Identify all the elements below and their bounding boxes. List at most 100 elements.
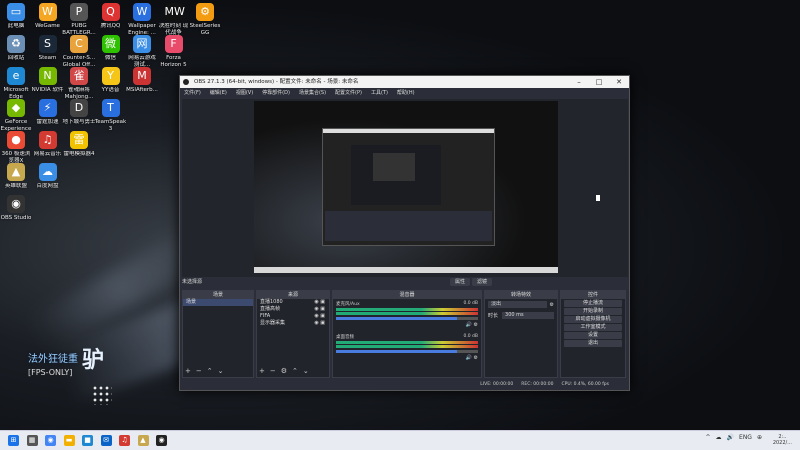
transitions-dock-title: 转场特效	[485, 291, 557, 299]
desktop-icon-label: 百度网盘	[36, 183, 59, 189]
desktop-icon[interactable]: S Steam	[31, 35, 65, 62]
desktop-icon[interactable]: T TeamSpeak 3	[94, 99, 128, 132]
obs-window[interactable]: OBS 27.1.3 (64-bit, windows) - 配置文件: 未命名…	[179, 75, 630, 391]
volume-slider[interactable]	[336, 317, 478, 320]
properties-button[interactable]: 属性	[450, 278, 471, 286]
tray-icon[interactable]: ENG	[739, 434, 752, 441]
taskbar-start-icon[interactable]: ⊞	[8, 435, 19, 446]
menu-item[interactable]: 配置文件(P)	[335, 88, 362, 98]
tray-icon[interactable]: ^	[706, 434, 711, 441]
desktop-icon[interactable]: ☁ 百度网盘	[31, 163, 65, 190]
taskbar-music-icon[interactable]: ♫	[119, 435, 130, 446]
desktop-icon[interactable]: C Counter-S... Global Off...	[62, 35, 96, 68]
maximize-icon[interactable]: □	[589, 76, 609, 88]
studio-mode-button[interactable]: 工作室模式	[564, 324, 622, 331]
start-recording-button[interactable]: 开始录制	[564, 308, 622, 315]
exit-button[interactable]: 退出	[564, 340, 622, 347]
add-icon[interactable]: +	[185, 367, 191, 375]
desktop-icon[interactable]: F Forza Horizon 5	[157, 35, 191, 68]
remove-icon[interactable]: −	[270, 367, 276, 375]
menu-item[interactable]: 停靠部件(D)	[262, 88, 290, 98]
filters-button[interactable]: 滤镜	[472, 278, 493, 286]
menu-item[interactable]: 视图(V)	[236, 88, 253, 98]
source-item[interactable]: 直播高帧 ◉ ▣	[257, 306, 329, 313]
desktop-icon[interactable]: ⚙ SteelSeries GG	[188, 3, 222, 36]
menu-item[interactable]: 场景集合(S)	[299, 88, 326, 98]
desktop-icon[interactable]: P PUBG BATTLEGR...	[62, 3, 96, 36]
app-icon: F	[164, 35, 183, 53]
desktop-icon[interactable]: D 地下城与勇士	[62, 99, 96, 126]
desktop-icon[interactable]: 雀雀魂麻将 Mahjong...	[62, 67, 96, 100]
start-virtual-camera-button[interactable]: 启动虚拟摄像机	[564, 316, 622, 323]
gear-icon[interactable]: ⚙	[550, 302, 554, 308]
scene-item[interactable]: 场景	[183, 299, 253, 306]
move-down-icon[interactable]: ⌄	[303, 367, 309, 375]
desktop-icon[interactable]: Y YY语音	[94, 67, 128, 94]
taskbar-obs-icon[interactable]: ◉	[156, 435, 167, 446]
desktop-icon[interactable]: ▭ 此电脑	[0, 3, 33, 30]
taskbar-task-view-icon[interactable]: ▦	[26, 435, 38, 446]
stop-streaming-button[interactable]: 停止播流	[564, 300, 622, 307]
minimize-icon[interactable]: –	[569, 76, 589, 88]
system-tray: ^ ☁ 🔊 ENG ⊕	[701, 434, 762, 441]
obs-titlebar[interactable]: OBS 27.1.3 (64-bit, windows) - 配置文件: 未命名…	[180, 76, 629, 88]
source-item[interactable]: 显示器采集 ◉ ▣	[257, 320, 329, 327]
scenes-dock-title: 场景	[183, 291, 253, 299]
desktop-icon-label: SteelSeries GG	[189, 23, 221, 36]
gear-icon[interactable]: ⚙	[281, 367, 287, 375]
visibility-icon: ◉ ▣	[314, 299, 325, 305]
move-up-icon[interactable]: ⌃	[292, 367, 298, 375]
duration-input[interactable]: 300 ms	[502, 312, 554, 319]
preview-area[interactable]	[182, 99, 628, 277]
desktop-icon[interactable]: W Wallpaper Engine: ...	[125, 3, 159, 36]
taskbar-mail-icon[interactable]: ✉	[100, 435, 112, 446]
menu-item[interactable]: 帮助(H)	[397, 88, 415, 98]
visibility-icon: ◉ ▣	[314, 306, 325, 312]
move-up-icon[interactable]: ⌃	[207, 367, 213, 375]
move-down-icon[interactable]: ⌄	[218, 367, 224, 375]
add-icon[interactable]: +	[259, 367, 265, 375]
desktop-icon[interactable]: 微微信	[94, 35, 128, 62]
desktop-icon[interactable]: ♫ 网易云音乐	[31, 131, 65, 158]
wallpaper-dots	[92, 385, 112, 405]
desktop-icon[interactable]: 网网易云游戏 测试...	[125, 35, 159, 68]
taskbar-chrome-icon[interactable]: ◉	[45, 435, 56, 446]
source-item[interactable]: FIFA ◉ ▣	[257, 313, 329, 320]
menu-item[interactable]: 编辑(E)	[210, 88, 227, 98]
desktop-icon[interactable]: ⚡ 雷霆加速	[31, 99, 65, 126]
menu-item[interactable]: 工具(T)	[371, 88, 388, 98]
menu-item[interactable]: 文件(F)	[184, 88, 201, 98]
tray-icon[interactable]: ⊕	[757, 434, 762, 441]
settings-button[interactable]: 设置	[564, 332, 622, 339]
desktop-icon[interactable]: 雷雷电模拟器4	[62, 131, 96, 158]
desktop-icon[interactable]: N NVIDIA 软件	[31, 67, 65, 94]
desktop-icon[interactable]: ◉ OBS Studio	[0, 195, 33, 222]
volume-slider[interactable]	[336, 350, 478, 353]
desktop-icon[interactable]: ◆ GeForce Experience	[0, 99, 33, 132]
transition-select[interactable]: 淡出	[488, 301, 547, 308]
speaker-icon[interactable]: 🔊 ⚙	[466, 322, 478, 328]
close-icon[interactable]: ✕	[609, 76, 629, 88]
app-icon: MW	[164, 3, 185, 21]
source-item[interactable]: 直播1080 ◉ ▣	[257, 299, 329, 306]
taskbar-game-icon[interactable]: ▲	[137, 435, 149, 446]
speaker-icon[interactable]: 🔊 ⚙	[466, 355, 478, 361]
desktop-icon[interactable]: W WeGame	[31, 3, 65, 30]
clock[interactable]: 2:.. 2022/...	[773, 434, 792, 446]
tray-icon[interactable]: ☁	[716, 434, 722, 441]
desktop-icon[interactable]: ● 360 极速浏览器X	[0, 131, 33, 164]
desktop-icon[interactable]: e Microsoft Edge	[0, 67, 33, 100]
taskbar-explorer-icon[interactable]: ▬	[63, 435, 75, 446]
desktop-icon[interactable]: ♻ 回收站	[0, 35, 33, 62]
remove-icon[interactable]: −	[196, 367, 202, 375]
tray-icon[interactable]: 🔊	[727, 434, 734, 441]
obs-menubar: 文件(F) 编辑(E) 视图(V) 停靠部件(D) 场景集合(S) 配置文件(P) 工具(T…	[180, 88, 629, 98]
desktop-icon[interactable]: Q 腾讯QQ	[94, 3, 128, 30]
desktop-icon[interactable]: ▲ 英雄联盟	[0, 163, 33, 190]
desktop-icon[interactable]: M MSIAfterb...	[125, 67, 159, 94]
taskbar-store-icon[interactable]: ■	[82, 435, 93, 446]
preview-canvas[interactable]	[254, 101, 558, 273]
desktop-icon[interactable]: MW 决胜时刻 现代战争	[157, 3, 191, 36]
app-icon: S	[38, 35, 57, 53]
desktop-icon-label: OBS Studio	[0, 215, 32, 221]
